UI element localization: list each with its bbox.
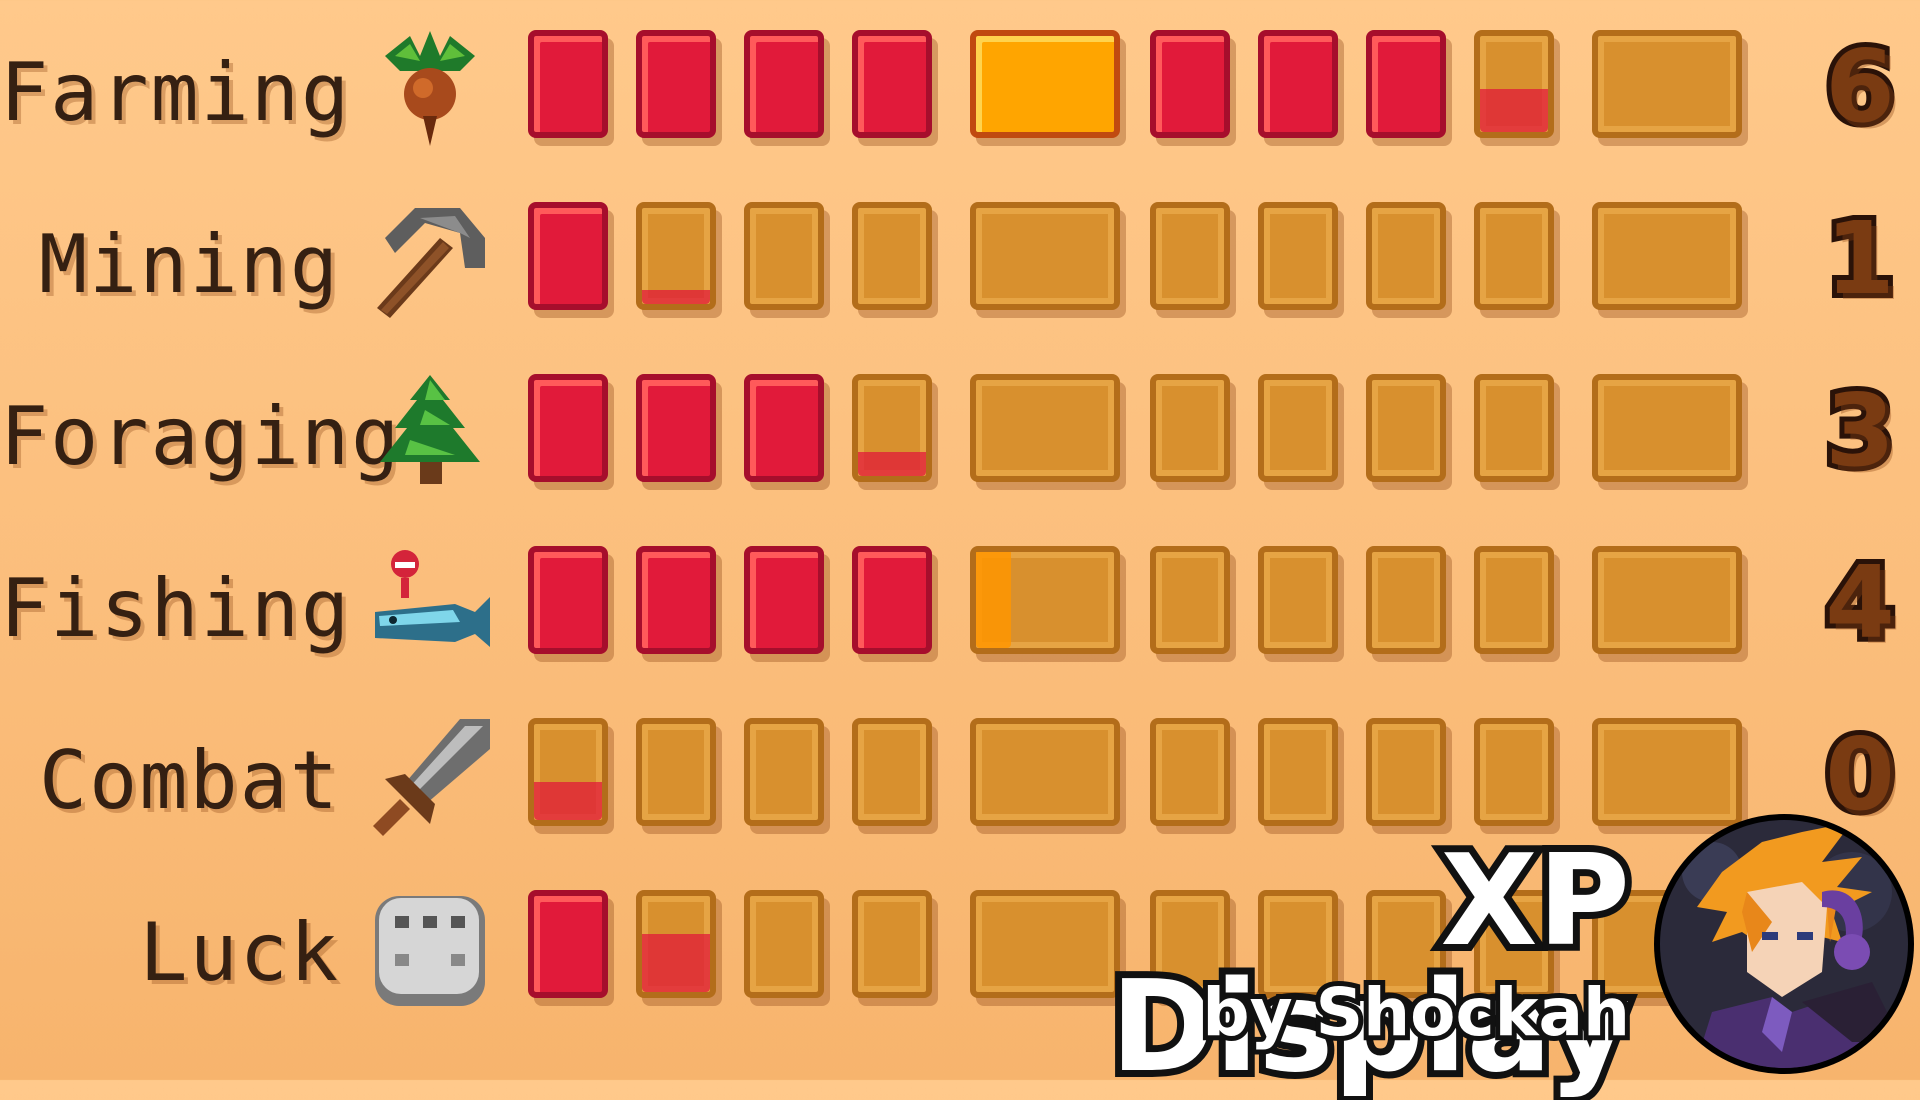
xp-box (636, 202, 716, 310)
sword-icon (365, 714, 495, 844)
xp-progress-fill (642, 289, 710, 304)
fish-icon (365, 542, 495, 672)
xp-box (970, 30, 1120, 138)
skill-name: Combat (39, 734, 340, 827)
skill-row-mining: Mining 1 (0, 180, 1920, 352)
xp-box (744, 890, 824, 998)
xp-box (528, 718, 608, 826)
xp-box (852, 718, 932, 826)
xp-box (744, 718, 824, 826)
xp-box (636, 546, 716, 654)
author-avatar (1654, 814, 1914, 1074)
xp-box (970, 718, 1120, 826)
xp-box (1150, 374, 1230, 482)
xp-box (528, 546, 608, 654)
xp-box (636, 30, 716, 138)
xp-box (1592, 374, 1742, 482)
overlay-title: XP Display (1104, 827, 1637, 1100)
xp-box (970, 202, 1120, 310)
xp-box (1258, 718, 1338, 826)
xp-box (1366, 30, 1446, 138)
skill-level: 4 (1820, 539, 1900, 666)
xp-box (852, 30, 932, 138)
xp-box (852, 546, 932, 654)
xp-box (1474, 202, 1554, 310)
xp-progress-fill (642, 934, 710, 992)
xp-box (636, 374, 716, 482)
xp-box (970, 546, 1120, 654)
overlay-credit: by Shockah (1197, 974, 1635, 1051)
skill-name: Mining (39, 218, 340, 311)
xp-box (1150, 718, 1230, 826)
xp-box (970, 374, 1120, 482)
xp-box (1366, 718, 1446, 826)
skill-name: Fishing (0, 562, 352, 655)
xp-box (1474, 546, 1554, 654)
xp-box (1366, 374, 1446, 482)
xp-box (744, 546, 824, 654)
xp-box (1592, 30, 1742, 138)
xp-progress-fill (858, 452, 926, 476)
xp-box (1258, 546, 1338, 654)
carrot-icon (365, 26, 495, 156)
xp-box (528, 30, 608, 138)
skill-level: 1 (1820, 195, 1900, 322)
xp-box (1474, 30, 1554, 138)
pickaxe-icon (365, 198, 495, 328)
xp-box (1592, 546, 1742, 654)
skill-level: 3 (1820, 367, 1900, 494)
xp-box (744, 202, 824, 310)
xp-box (1258, 30, 1338, 138)
skill-level: 6 (1820, 23, 1900, 150)
xp-box (1474, 718, 1554, 826)
dice-icon (365, 886, 495, 1016)
tree-icon (365, 370, 495, 500)
xp-box (1150, 30, 1230, 138)
xp-box (852, 374, 932, 482)
xp-box (528, 202, 608, 310)
xp-progress-fill (976, 552, 1011, 648)
xp-box (1150, 202, 1230, 310)
xp-box (1592, 718, 1742, 826)
xp-box (744, 30, 824, 138)
xp-box (1150, 546, 1230, 654)
xp-box (528, 374, 608, 482)
xp-box (1474, 374, 1554, 482)
xp-box (852, 890, 932, 998)
xp-box (1258, 374, 1338, 482)
skill-row-fishing: Fishing 4 (0, 524, 1920, 696)
xp-progress-fill (534, 781, 602, 820)
xp-box (1592, 202, 1742, 310)
xp-box (1366, 202, 1446, 310)
xp-progress-fill (1480, 88, 1548, 132)
skill-row-farming: Farming 6 (0, 8, 1920, 180)
skill-name: Foraging (0, 390, 402, 483)
xp-box (528, 890, 608, 998)
skill-name: Farming (0, 46, 352, 139)
xp-box (1366, 546, 1446, 654)
xp-box (852, 202, 932, 310)
skill-name: Luck (139, 906, 340, 999)
xp-box (636, 718, 716, 826)
xp-box (636, 890, 716, 998)
skill-row-foraging: Foraging 3 (0, 352, 1920, 524)
xp-box (744, 374, 824, 482)
xp-box (1258, 202, 1338, 310)
